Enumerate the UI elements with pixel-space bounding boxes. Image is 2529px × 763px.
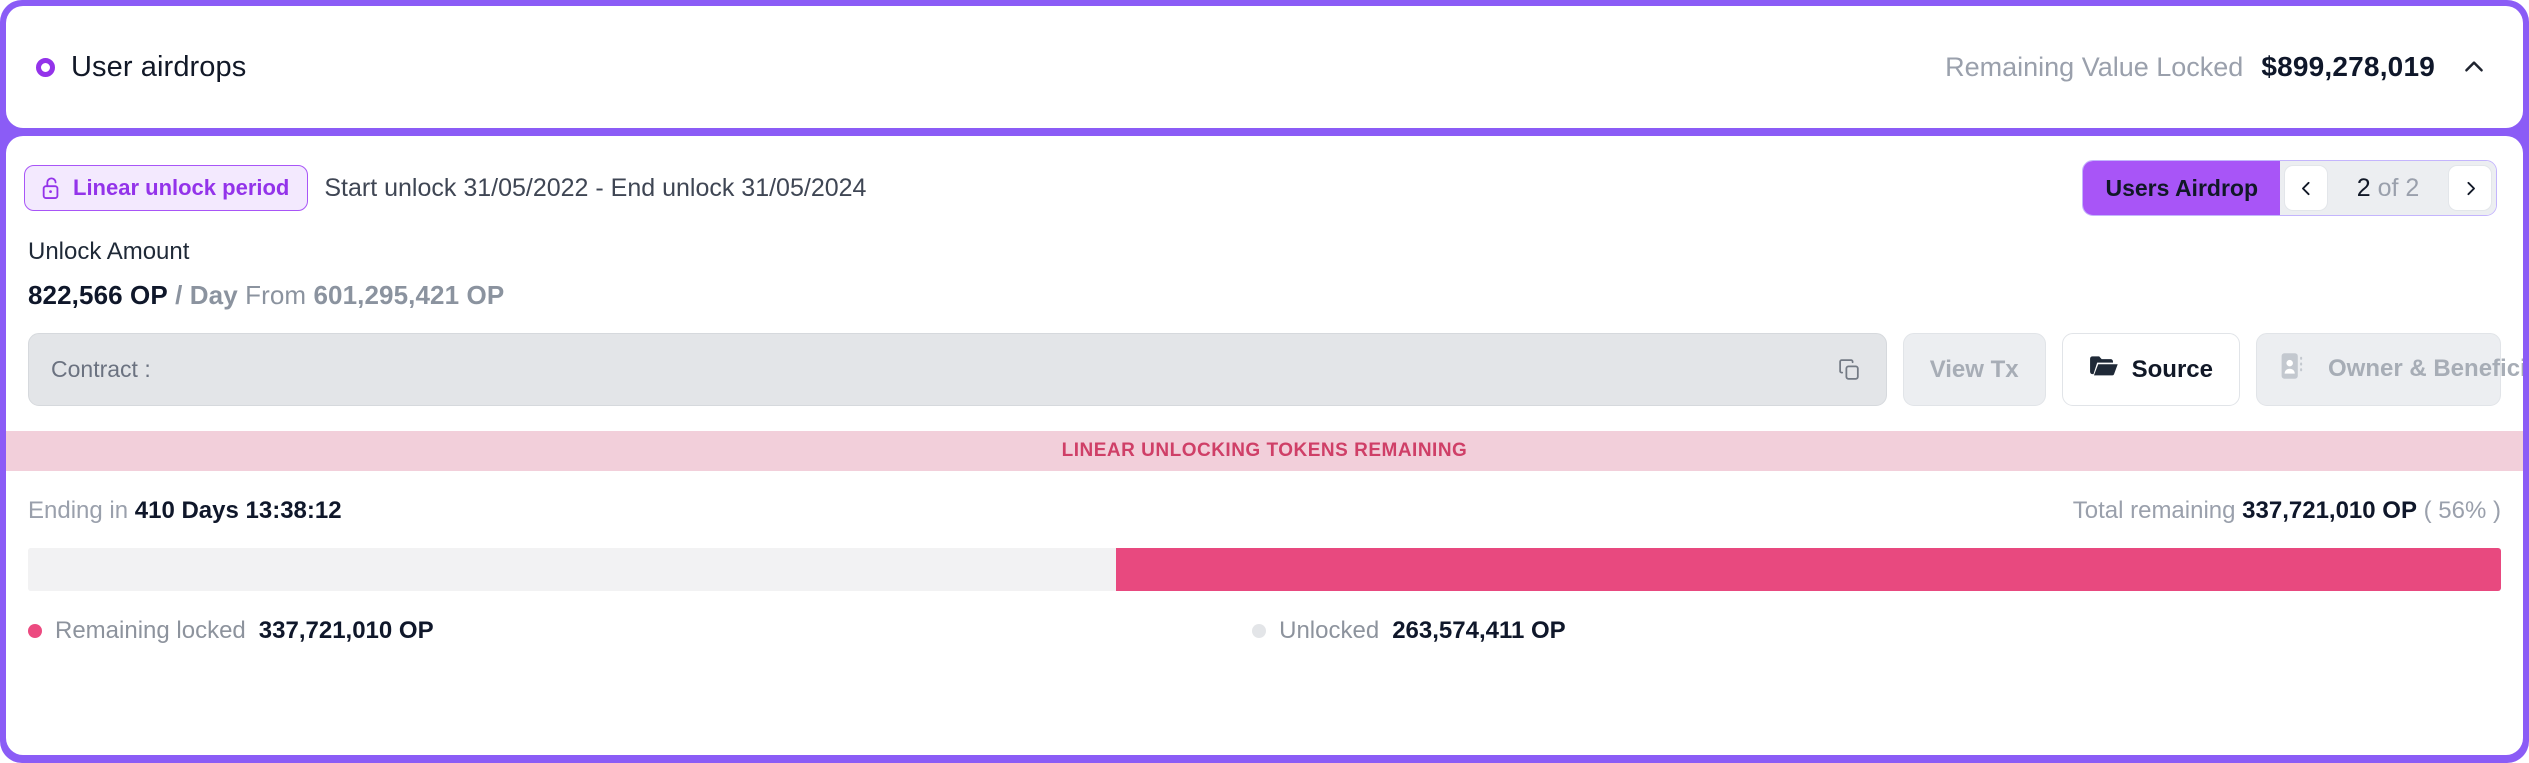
progress-unlocked-segment: [28, 548, 1117, 591]
total-remaining-percent: ( 56% ): [2423, 497, 2501, 524]
card-header[interactable]: User airdrops Remaining Value Locked $89…: [6, 6, 2523, 128]
progress-stats-row: Ending in 410 Days 13:38:12 Total remain…: [6, 471, 2523, 525]
airdrop-pager[interactable]: Users Airdrop 2 of 2: [2082, 160, 2497, 216]
legend-item-unlocked: Unlocked 263,574,411 OP: [1252, 617, 1566, 645]
contract-row: Contract : View Tx Source Owner & Benefi…: [6, 311, 2523, 406]
pager-current: 2: [2356, 173, 2371, 202]
legend-dot-icon: [1252, 624, 1267, 638]
card-body: Linear unlock period Start unlock 31/05/…: [6, 136, 2523, 755]
legend-value: 337,721,010 OP: [258, 617, 434, 644]
chevron-right-icon[interactable]: [2448, 165, 2492, 211]
progress-locked-segment: [1116, 548, 2501, 591]
view-tx-label: View Tx: [1929, 355, 2019, 383]
remaining-value-locked-label: Remaining Value Locked: [1945, 51, 2244, 82]
owner-beneficiary-label: Owner & Beneficiary: [2328, 355, 2523, 383]
folder-open-icon: [2089, 354, 2119, 385]
header-right-group: Remaining Value Locked $899,278,019: [1945, 51, 2487, 83]
ending-in: Ending in 410 Days 13:38:12: [28, 497, 342, 525]
linear-unlocking-banner: LINEAR UNLOCKING TOKENS REMAINING: [6, 431, 2523, 471]
owner-beneficiary-button[interactable]: Owner & Beneficiary: [2256, 333, 2523, 406]
contact-card-icon: [2279, 351, 2305, 388]
chevron-up-icon[interactable]: [2461, 54, 2487, 80]
ending-in-value: 410 Days 13:38:12: [134, 497, 342, 524]
period-group: Linear unlock period Start unlock 31/05/…: [24, 165, 866, 211]
ring-dot-icon: [36, 57, 55, 77]
progress-legend: Remaining locked 337,721,010 OP Unlocked…: [6, 591, 2523, 645]
legend-dot-icon: [28, 624, 42, 638]
remaining-value-locked-amount: $899,278,019: [2261, 51, 2435, 82]
legend-label: Unlocked: [1279, 617, 1380, 644]
legend-value: 263,574,411 OP: [1392, 617, 1566, 644]
unlock-rate-unit: / Day: [175, 280, 238, 310]
unlock-amount-label: Unlock Amount: [28, 238, 190, 265]
pager-controls: 2 of 2: [2280, 161, 2496, 215]
unlock-progress-bar: [28, 548, 2501, 591]
user-airdrops-card: User airdrops Remaining Value Locked $89…: [0, 0, 2529, 763]
from-label: From: [245, 280, 307, 310]
contract-address-box[interactable]: Contract :: [28, 333, 1887, 406]
total-remaining-label: Total remaining: [2072, 497, 2236, 524]
total-remaining-value: 337,721,010 OP: [2242, 497, 2417, 524]
unlock-period-text: Start unlock 31/05/2022 - End unlock 31/…: [324, 173, 867, 202]
from-value: 601,295,421 OP: [313, 280, 505, 310]
chevron-left-icon[interactable]: [2284, 165, 2328, 211]
badge-label: Linear unlock period: [73, 175, 290, 200]
linear-unlock-period-badge: Linear unlock period: [24, 165, 309, 211]
contract-label-text: Contract :: [51, 356, 151, 382]
source-button[interactable]: Source: [2061, 333, 2240, 406]
legend-label: Remaining locked: [55, 617, 246, 644]
unlock-padlock-icon: [40, 176, 62, 200]
unlock-rate-value: 822,566 OP: [28, 280, 168, 310]
unlock-rate-row: 822,566 OP / Day From 601,295,421 OP: [6, 266, 2523, 311]
details-top-row: Linear unlock period Start unlock 31/05/…: [6, 136, 2523, 216]
pager-count: 2 of 2: [2328, 174, 2448, 203]
total-remaining: Total remaining 337,721,010 OP ( 56% ): [2073, 497, 2501, 525]
copy-icon[interactable]: [1837, 357, 1862, 382]
page-title: User airdrops: [71, 50, 247, 83]
users-airdrop-tab[interactable]: Users Airdrop: [2083, 161, 2280, 215]
pager-total: of 2: [2377, 173, 2420, 202]
view-tx-button[interactable]: View Tx: [1902, 333, 2046, 406]
source-label: Source: [2131, 355, 2213, 383]
contract-label: Contract :: [51, 356, 151, 383]
legend-item-remaining-locked: Remaining locked 337,721,010 OP: [28, 617, 1252, 645]
header-left-group: User airdrops: [36, 51, 246, 84]
ending-in-label: Ending in: [28, 497, 129, 524]
